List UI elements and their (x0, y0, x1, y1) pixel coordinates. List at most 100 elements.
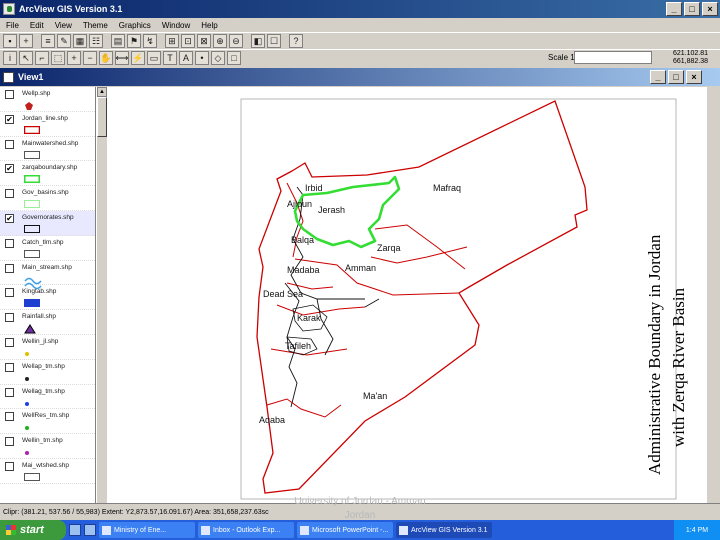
karak-border (276, 304, 366, 316)
theme-name: Wellin_jl.shp (22, 337, 59, 345)
map-canvas[interactable]: Irbid Ajloun Jerash Mafraq Balqa Zarqa M… (107, 87, 707, 503)
scroll-up-icon[interactable]: ▲ (97, 87, 107, 97)
toc-theme-item[interactable]: Main_stream.shp (0, 261, 95, 289)
task-button-active[interactable]: ArcView GIS Version 3.1 (396, 522, 492, 538)
label-icon[interactable]: T (163, 51, 177, 65)
close-button[interactable]: × (702, 2, 718, 16)
find-icon[interactable]: ☷ (89, 34, 103, 48)
theme-visibility-checkbox[interactable] (5, 437, 14, 447)
maximize-button[interactable]: □ (684, 2, 700, 16)
start-button[interactable]: start (0, 520, 66, 540)
toc-theme-item[interactable]: WellRes_tm.shp (0, 409, 95, 435)
vertex-edit-icon[interactable]: ⌐ (35, 51, 49, 65)
theme-visibility-checkbox[interactable] (5, 189, 14, 199)
menu-edit[interactable]: Edit (30, 21, 44, 30)
toc-theme-item[interactable]: Wellin_jl.shp (0, 335, 95, 360)
zoom-previous-icon[interactable]: ◧ (251, 34, 265, 48)
quick-launch-icon[interactable] (69, 524, 81, 536)
zoom-out-tool-icon[interactable]: − (83, 51, 97, 65)
text-icon[interactable]: A (179, 51, 193, 65)
theme-visibility-checkbox[interactable] (5, 90, 14, 99)
zoom-in-icon[interactable]: ⊕ (213, 34, 227, 48)
add-theme-icon[interactable]: + (19, 34, 33, 48)
task-button[interactable]: Microsoft PowerPoint -... (297, 522, 393, 538)
measure-icon[interactable]: ⟷ (115, 51, 129, 65)
toc-theme-item[interactable]: Catch_tlm.shp (0, 236, 95, 261)
pan-icon[interactable]: ✋ (99, 51, 113, 65)
theme-visibility-checkbox[interactable]: ✔ (5, 164, 14, 174)
task-button[interactable]: Ministry of Ene... (99, 522, 195, 538)
draw-point-icon[interactable]: • (195, 51, 209, 65)
theme-visibility-checkbox[interactable] (5, 263, 14, 273)
view-minimize-button[interactable]: _ (650, 70, 666, 84)
zoom-full-extent-icon[interactable]: ⊞ (165, 34, 179, 48)
toc-scrollbar[interactable]: ▲ (96, 87, 107, 503)
toc-theme-item[interactable]: Gov_basins.shp (0, 186, 95, 211)
toc-theme-item[interactable]: Wellag_tm.shp (0, 385, 95, 410)
view-maximize-button[interactable]: □ (668, 70, 684, 84)
zoom-selected-icon[interactable]: ⊠ (197, 34, 211, 48)
toc-theme-item[interactable]: Kingtab.shp (0, 285, 95, 311)
toc-theme-item[interactable]: Mai_wtshed.shp (0, 459, 95, 484)
theme-visibility-checkbox[interactable] (5, 362, 14, 372)
area-of-interest-icon[interactable]: ▭ (147, 51, 161, 65)
toc-theme-item[interactable]: Wellp.shp (0, 87, 95, 112)
toc-theme-item[interactable]: Wellap_tm.shp (0, 360, 95, 385)
amman-border (294, 258, 460, 296)
theme-visibility-checkbox[interactable] (5, 387, 14, 397)
toc-theme-item[interactable]: Rainfall.shp (0, 310, 95, 335)
theme-visibility-checkbox[interactable]: ✔ (5, 114, 14, 124)
locate-address-icon[interactable]: ⚑ (127, 34, 141, 48)
menu-help[interactable]: Help (201, 21, 217, 30)
open-table-icon[interactable]: ▦ (73, 34, 87, 48)
theme-symbol-icon (24, 200, 40, 210)
theme-visibility-checkbox[interactable] (5, 238, 14, 248)
theme-name: Mainwatershed.shp (22, 139, 79, 147)
menu-view[interactable]: View (55, 21, 72, 30)
menu-theme[interactable]: Theme (83, 21, 108, 30)
scroll-thumb[interactable] (97, 97, 107, 137)
query-builder-icon[interactable]: ▤ (111, 34, 125, 48)
select-feature-icon[interactable]: ⬚ (51, 51, 65, 65)
save-project-icon[interactable]: ▪ (3, 34, 17, 48)
theme-symbol-icon (23, 174, 41, 185)
toc-theme-item[interactable]: ✔ Jordan_line.shp (0, 112, 95, 137)
quick-launch-icon[interactable] (84, 524, 96, 536)
draw-rectangle-icon[interactable]: □ (227, 51, 241, 65)
theme-visibility-checkbox[interactable] (5, 461, 14, 471)
zoom-out-icon[interactable]: ⊖ (229, 34, 243, 48)
toc-theme-item[interactable]: Wellin_tm.shp (0, 434, 95, 459)
pointer-icon[interactable]: ↖ (19, 51, 33, 65)
help-icon[interactable]: ? (289, 34, 303, 48)
theme-symbol-icon (24, 349, 30, 359)
hotlink-tool-icon[interactable]: ⚡ (131, 51, 145, 65)
toc-theme-item[interactable]: Mainwatershed.shp (0, 137, 95, 162)
menu-graphics[interactable]: Graphics (119, 21, 151, 30)
theme-visibility-checkbox[interactable] (5, 337, 14, 347)
menu-file[interactable]: File (6, 21, 19, 30)
toc-theme-item[interactable]: ✔ zarqaboundary.shp (0, 161, 95, 187)
zoom-active-themes-icon[interactable]: ⊡ (181, 34, 195, 48)
menu-window[interactable]: Window (162, 21, 190, 30)
theme-visibility-checkbox[interactable] (5, 412, 14, 422)
theme-visibility-checkbox[interactable] (5, 139, 14, 149)
theme-name: Mai_wtshed.shp (22, 461, 69, 469)
view-close-button[interactable]: × (686, 70, 702, 84)
minimize-button[interactable]: _ (666, 2, 682, 16)
zoom-in-tool-icon[interactable]: + (67, 51, 81, 65)
menu-bar: File Edit View Theme Graphics Window Hel… (0, 18, 720, 32)
hot-link-icon[interactable]: ↯ (143, 34, 157, 48)
theme-visibility-checkbox[interactable] (5, 288, 14, 298)
theme-properties-icon[interactable]: ≡ (41, 34, 55, 48)
edit-legend-icon[interactable]: ✎ (57, 34, 71, 48)
task-button[interactable]: Inbox - Outlook Exp... (198, 522, 294, 538)
snap-icon[interactable]: ◇ (211, 51, 225, 65)
select-by-theme-icon[interactable]: ☐ (267, 34, 281, 48)
map-label-amman: Amman (345, 263, 376, 273)
theme-visibility-checkbox[interactable]: ✔ (5, 213, 14, 223)
watermark-line1: University of Jordan - Amman (294, 496, 426, 507)
scale-input[interactable] (574, 51, 652, 64)
theme-visibility-checkbox[interactable] (5, 313, 14, 323)
identify-icon[interactable]: i (3, 51, 17, 65)
toc-theme-item[interactable]: ✔ Governorates.shp (0, 210, 95, 236)
